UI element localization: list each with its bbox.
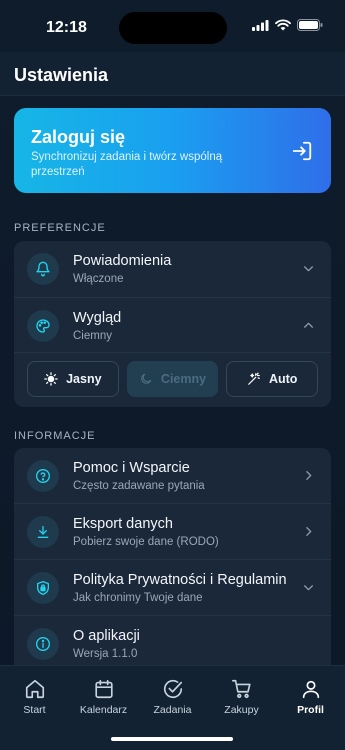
auto-theme-icon (248, 372, 260, 385)
dynamic-island (119, 12, 227, 44)
tab-label-calendar: Kalendarz (79, 704, 128, 716)
info-icon (27, 628, 59, 660)
login-icon (292, 141, 312, 161)
divider (14, 352, 331, 353)
appearance-subtitle: Ciemny (73, 330, 112, 342)
appearance-title: Wygląd (73, 310, 122, 326)
notifications-subtitle: Włączone (73, 273, 124, 285)
theme-label-auto: Auto (268, 372, 298, 386)
tab-profile[interactable]: Profil (276, 678, 345, 716)
home-indicator (111, 737, 233, 741)
page-title: Ustawienia (14, 65, 109, 85)
sun-icon (44, 372, 58, 386)
help-title: Pomoc i Wsparcie (73, 460, 190, 476)
tab-label-profile: Profil (297, 704, 324, 716)
preferences-card: Powiadomienia Włączone Wygląd Ciemny Jas… (14, 241, 331, 407)
tab-start[interactable]: Start (0, 678, 69, 716)
help-subtitle: Często zadawane pytania (73, 480, 205, 492)
bell-icon (27, 253, 59, 285)
chevron-down-icon (304, 266, 313, 272)
notifications-row[interactable]: Powiadomienia Włączone (14, 241, 331, 297)
login-title: Zaloguj się (31, 127, 126, 147)
chevron-down-icon (304, 585, 313, 591)
theme-label-dark: Ciemny (160, 372, 207, 386)
appearance-row[interactable]: Wygląd Ciemny (14, 298, 331, 354)
theme-option-dark[interactable]: Ciemny (126, 361, 219, 397)
tab-label-shopping: Zakupy (224, 704, 259, 716)
top-header: Ustawienia (0, 52, 345, 96)
section-label-info: INFORMACJE (14, 430, 96, 442)
home-icon (25, 679, 44, 699)
theme-option-auto[interactable]: Auto (226, 361, 319, 397)
chevron-right-icon (306, 471, 312, 480)
calendar-icon (94, 679, 113, 699)
status-bar: 12:18 (0, 0, 345, 52)
wifi-icon (275, 19, 291, 31)
theme-option-light[interactable]: Jasny (27, 361, 119, 397)
export-subtitle: Pobierz swoje dane (RODO) (73, 536, 219, 548)
login-card[interactable]: Zaloguj się Synchronizuj zadania i twórz… (14, 108, 331, 193)
battery-icon (297, 19, 323, 31)
settings-screen: 12:18 Ustawienia Zaloguj się Synchronizu… (0, 0, 345, 750)
tab-shopping[interactable]: Zakupy (207, 678, 276, 716)
about-row[interactable]: O aplikacji Wersja 1.1.0 (14, 616, 331, 672)
check-circle-icon (163, 679, 182, 699)
user-icon (302, 680, 319, 699)
privacy-subtitle: Jak chronimy Twoje dane (73, 592, 203, 604)
chevron-right-icon (306, 527, 312, 536)
chevron-up-icon (304, 322, 313, 328)
section-label-preferences: PREFERENCJE (14, 222, 106, 234)
login-subtitle: Synchronizuj zadania i twórz wspólną prz… (31, 151, 223, 178)
status-time: 12:18 (46, 19, 87, 36)
privacy-row[interactable]: Polityka Prywatności i Regulamin Jak chr… (14, 560, 331, 616)
theme-selector: Jasny Ciemny Auto (27, 361, 319, 397)
shield-lock-icon (27, 572, 59, 604)
tab-calendar[interactable]: Kalendarz (69, 678, 138, 716)
cart-icon (231, 679, 251, 699)
privacy-title: Polityka Prywatności i Regulamin (73, 572, 287, 588)
info-card: Pomoc i Wsparcie Często zadawane pytania… (14, 448, 331, 678)
signal-icon (252, 19, 269, 31)
help-row[interactable]: Pomoc i Wsparcie Często zadawane pytania (14, 448, 331, 504)
theme-label-light: Jasny (66, 372, 102, 386)
download-icon (27, 516, 59, 548)
about-subtitle: Wersja 1.1.0 (73, 648, 138, 660)
notifications-title: Powiadomienia (73, 253, 172, 269)
export-row[interactable]: Eksport danych Pobierz swoje dane (RODO) (14, 504, 331, 560)
tab-tasks[interactable]: Zadania (138, 678, 207, 716)
export-title: Eksport danych (73, 516, 173, 532)
moon-icon (141, 373, 152, 384)
tab-label-start: Start (23, 704, 46, 716)
about-title: O aplikacji (73, 628, 140, 644)
status-icons (252, 19, 323, 31)
tab-label-tasks: Zadania (153, 704, 192, 716)
palette-icon (27, 310, 59, 342)
help-icon (27, 460, 59, 492)
